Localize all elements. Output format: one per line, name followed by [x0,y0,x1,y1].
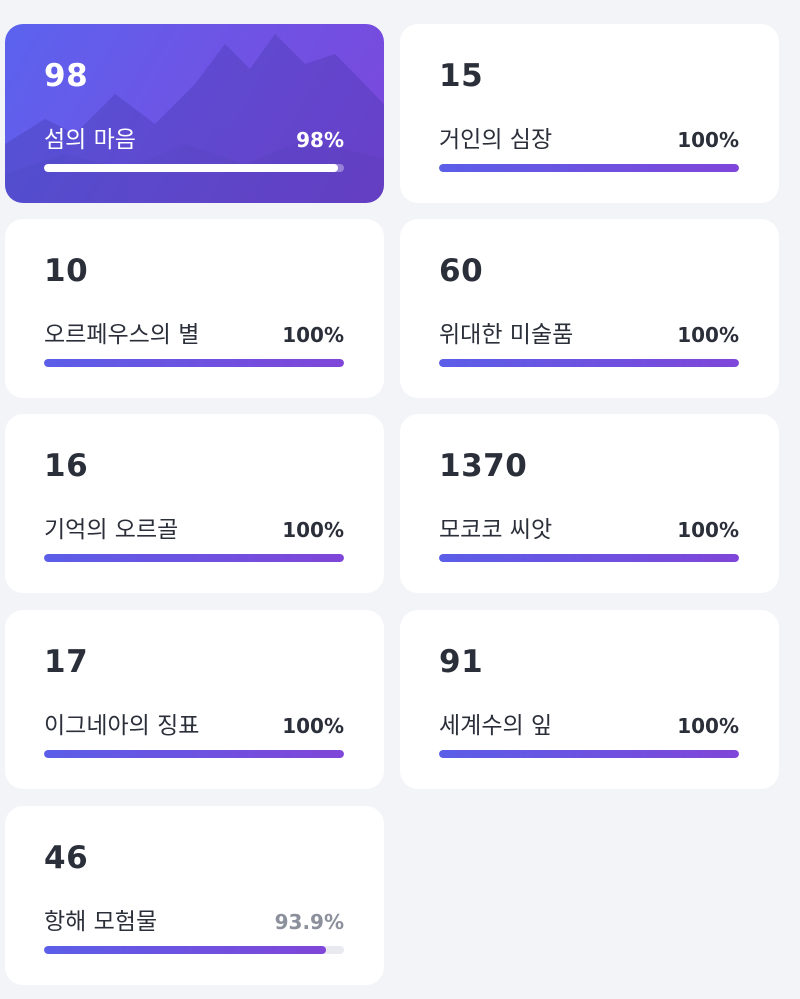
progress-bar [44,554,344,562]
progress-fill [439,554,739,562]
collectible-card-orpheus-star[interactable]: 10 오르페우스의 별 100% [5,219,384,398]
collectible-count: 17 [44,644,89,680]
mountain-landscape-art [5,34,384,203]
collectible-card-ignea-token[interactable]: 17 이그네아의 징표 100% [5,610,384,789]
collectible-name: 기억의 오르골 [44,517,179,543]
collectible-name: 오르페우스의 별 [44,322,200,348]
collectible-name: 섬의 마음 [44,127,136,153]
collectible-name: 세계수의 잎 [439,713,553,739]
progress-bar [44,359,344,367]
progress-fill [439,359,739,367]
collectible-percent: 100% [282,323,344,347]
collectible-name: 이그네아의 징표 [44,713,200,739]
collectible-count: 60 [439,253,484,289]
collectible-percent: 100% [677,323,739,347]
collectible-name: 거인의 심장 [439,127,553,153]
collectible-card-memory-orgel[interactable]: 16 기억의 오르골 100% [5,414,384,593]
collectibles-grid: 98 섬의 마음 98% 15 거인의 심장 100% 10 오르페우스의 별 … [0,0,800,999]
collectible-card-world-tree-leaf[interactable]: 91 세계수의 잎 100% [400,610,779,789]
collectible-percent: 98% [296,128,344,152]
collectible-percent: 93.9% [274,910,344,934]
collectible-count: 16 [44,448,89,484]
collectible-card-giant-heart[interactable]: 15 거인의 심장 100% [400,24,779,203]
collectible-percent: 100% [677,518,739,542]
collectible-name: 위대한 미술품 [439,322,574,348]
progress-fill [439,164,739,172]
collectible-name: 항해 모험물 [44,909,158,935]
progress-bar [439,554,739,562]
collectible-card-island-heart[interactable]: 98 섬의 마음 98% [5,24,384,203]
collectible-card-mokoko-seed[interactable]: 1370 모코코 씨앗 100% [400,414,779,593]
collectible-count: 10 [44,253,89,289]
collectible-count: 91 [439,644,484,680]
collectible-count: 98 [44,58,89,94]
collectible-count: 46 [44,840,89,876]
progress-bar [439,164,739,172]
collectible-percent: 100% [677,128,739,152]
collectible-card-great-artwork[interactable]: 60 위대한 미술품 100% [400,219,779,398]
progress-bar [44,164,344,172]
progress-fill [44,554,344,562]
progress-fill [439,750,739,758]
collectible-percent: 100% [282,518,344,542]
progress-fill [44,164,338,172]
collectible-percent: 100% [282,714,344,738]
progress-fill [44,946,326,954]
collectible-count: 15 [439,58,484,94]
progress-bar [44,750,344,758]
progress-fill [44,750,344,758]
progress-fill [44,359,344,367]
progress-bar [439,359,739,367]
progress-bar [439,750,739,758]
collectible-count: 1370 [439,448,528,484]
progress-bar [44,946,344,954]
collectible-name: 모코코 씨앗 [439,517,553,543]
collectible-card-voyage-adventure[interactable]: 46 항해 모험물 93.9% [5,806,384,985]
collectible-percent: 100% [677,714,739,738]
